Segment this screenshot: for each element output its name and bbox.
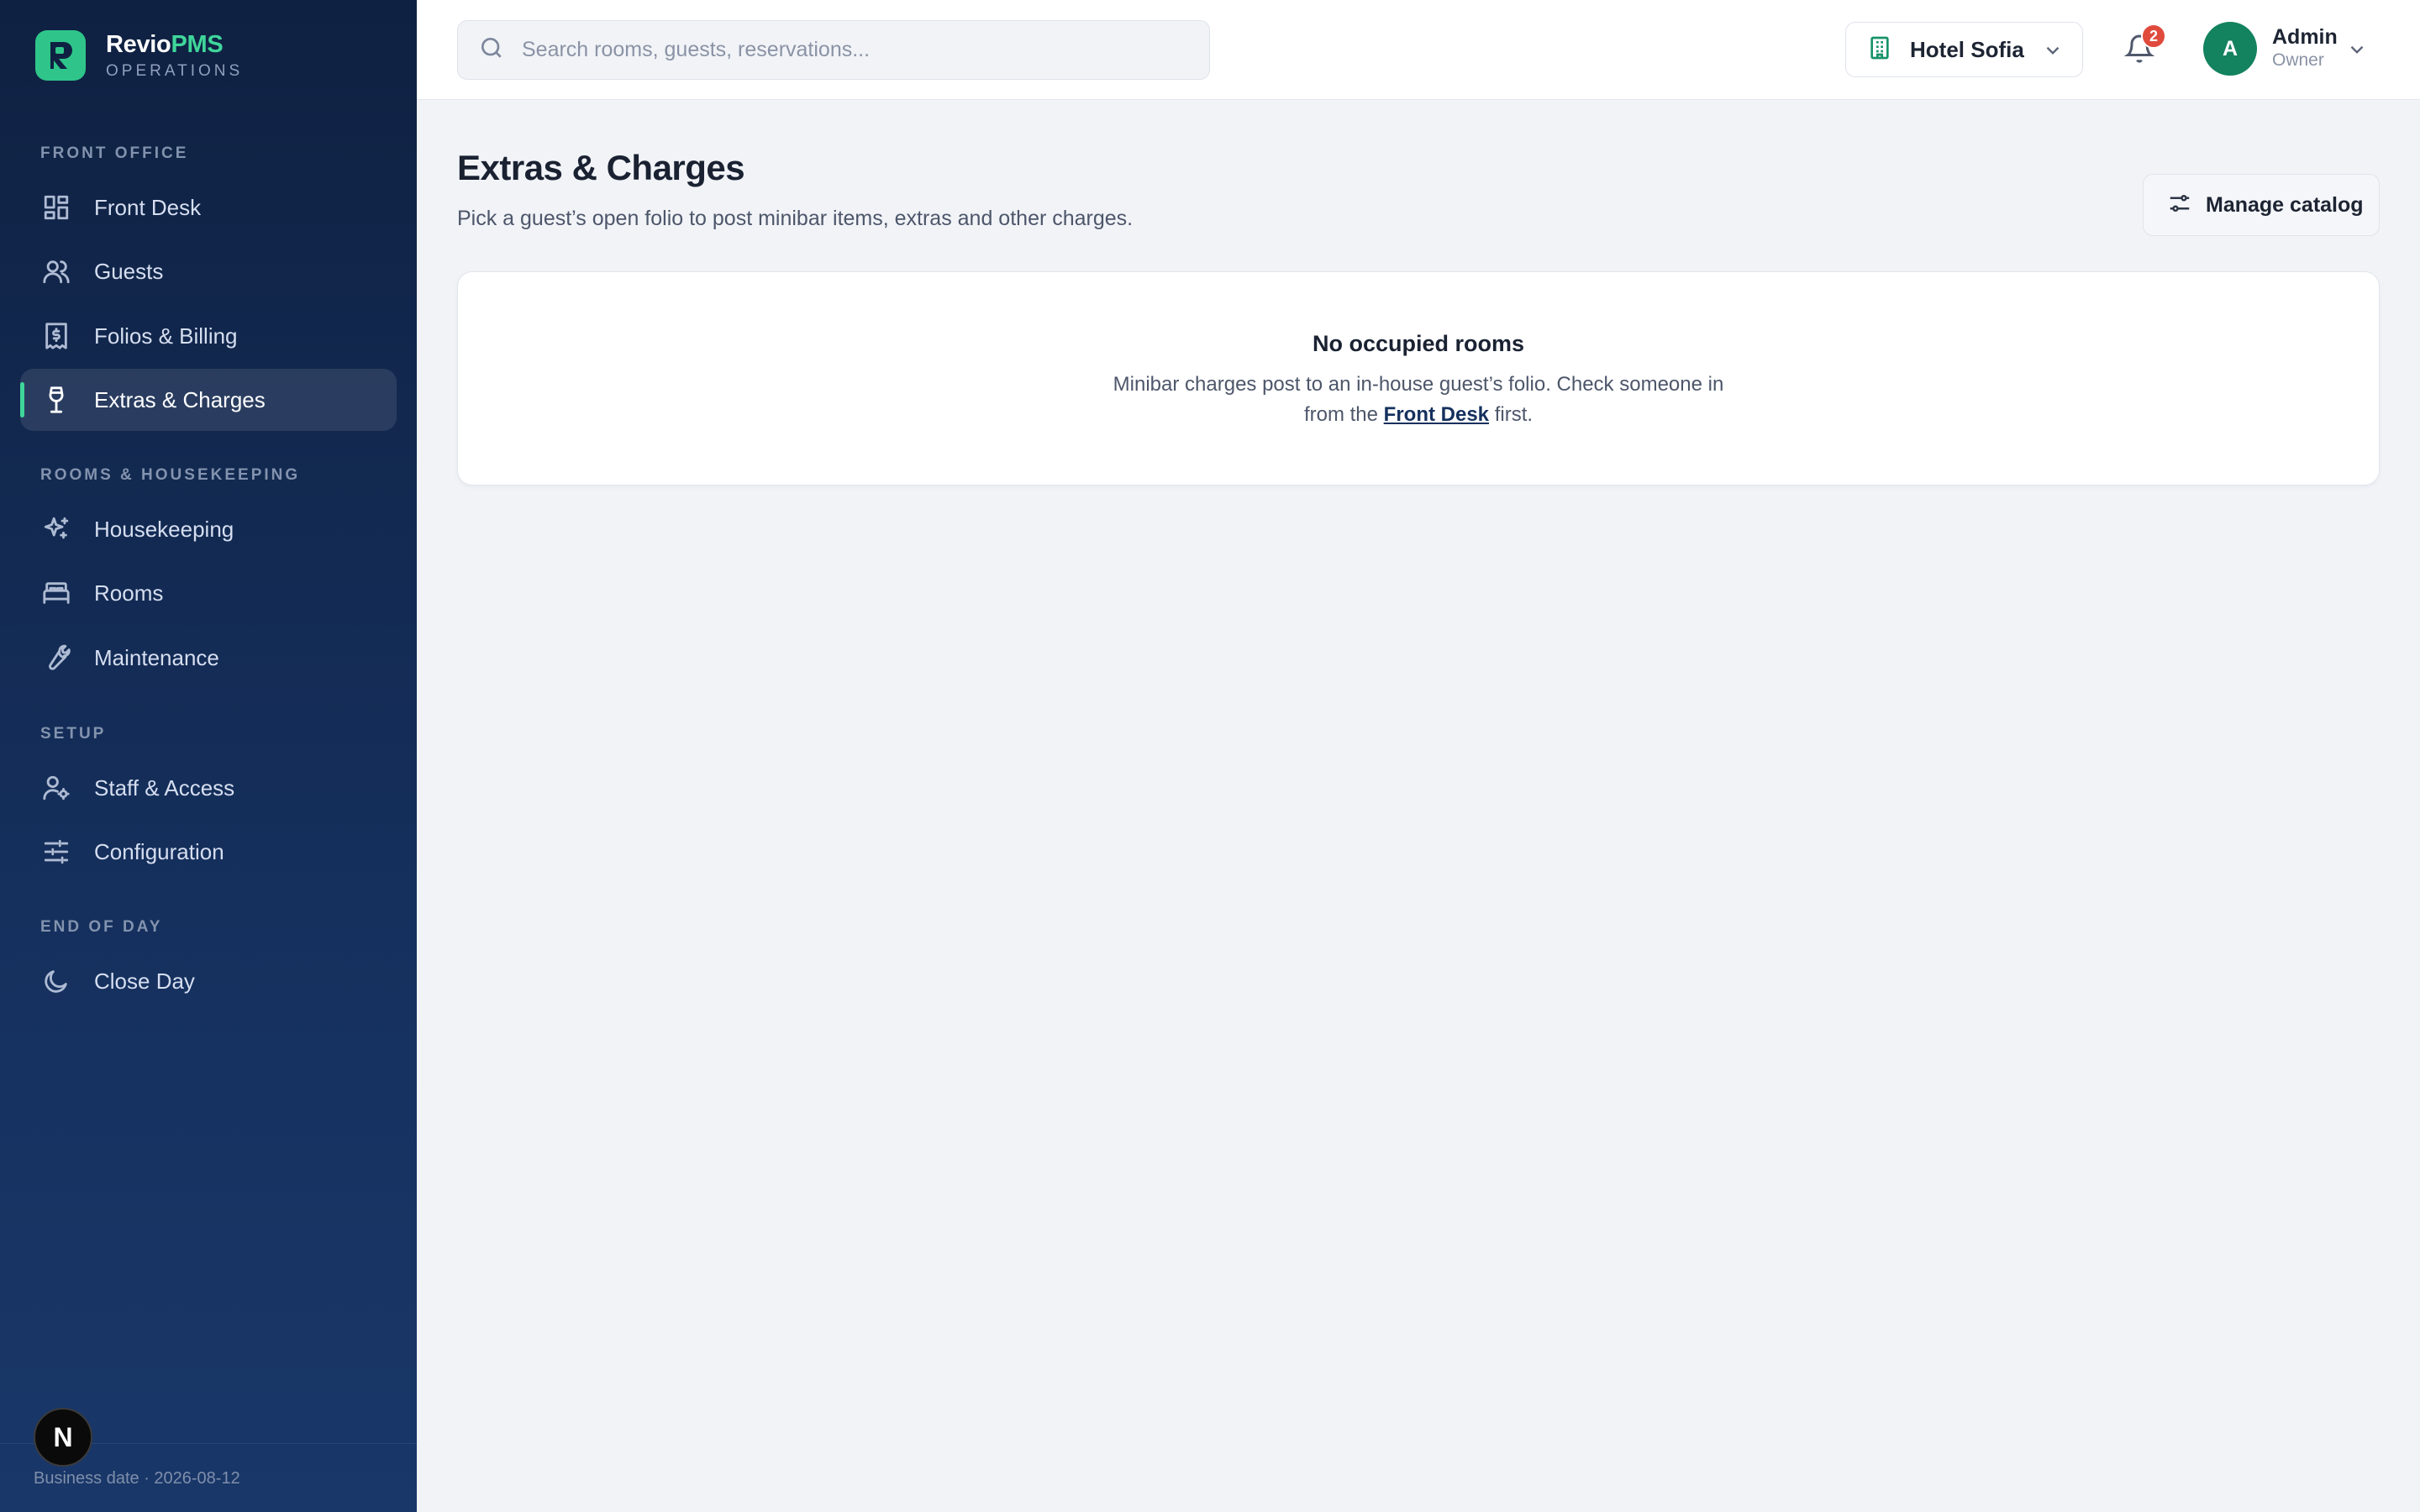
hotel-name: Hotel Sofia bbox=[1910, 36, 2024, 62]
search-box[interactable] bbox=[457, 20, 1210, 80]
search-input[interactable] bbox=[522, 38, 1177, 62]
settings-sliders-icon bbox=[2167, 191, 2192, 220]
empty-state-title: No occupied rooms bbox=[1312, 331, 1525, 356]
user-role: Owner bbox=[2272, 50, 2324, 70]
dev-tools-badge[interactable]: N bbox=[34, 1408, 92, 1467]
brand-name: RevioPMS bbox=[106, 30, 224, 58]
sidebar-item-label: Housekeeping bbox=[94, 516, 234, 542]
manage-catalog-button[interactable]: Manage catalog bbox=[2143, 174, 2380, 236]
wine-glass-icon bbox=[40, 384, 72, 416]
nav-section-rooms-housekeeping: ROOMS & HOUSEKEEPING bbox=[40, 466, 301, 484]
receipt-icon bbox=[40, 320, 72, 352]
sidebar-item-folios-billing[interactable]: Folios & Billing bbox=[20, 305, 397, 367]
wrench-icon bbox=[40, 642, 72, 674]
bell-icon bbox=[2123, 34, 2155, 67]
building-icon bbox=[1866, 34, 1893, 66]
users-icon bbox=[40, 255, 72, 287]
sidebar-item-label: Folios & Billing bbox=[94, 323, 238, 349]
notification-count-badge: 2 bbox=[2141, 24, 2166, 49]
sidebar-item-housekeeping[interactable]: Housekeeping bbox=[20, 498, 397, 560]
sidebar-item-label: Configuration bbox=[94, 838, 224, 864]
brand[interactable]: RevioPMS OPERATIONS bbox=[35, 30, 243, 81]
grid-icon bbox=[40, 192, 72, 223]
sparkles-icon bbox=[40, 513, 72, 545]
sidebar-item-label: Close Day bbox=[94, 968, 195, 994]
hotel-selector[interactable]: Hotel Sofia bbox=[1845, 22, 2083, 77]
empty-state-text: Minibar charges post to an in-house gues… bbox=[458, 370, 2379, 430]
avatar[interactable]: A bbox=[2203, 22, 2257, 76]
moon-icon bbox=[40, 965, 72, 997]
sidebar-item-maintenance[interactable]: Maintenance bbox=[20, 627, 397, 689]
sidebar-item-rooms[interactable]: Rooms bbox=[20, 562, 397, 624]
user-name[interactable]: Admin bbox=[2272, 25, 2338, 50]
user-cog-icon bbox=[40, 772, 72, 804]
sidebar-item-front-desk[interactable]: Front Desk bbox=[20, 176, 397, 239]
page-subtitle: Pick a guest’s open folio to post miniba… bbox=[457, 207, 1134, 230]
bed-icon bbox=[40, 577, 72, 609]
sidebar-item-guests[interactable]: Guests bbox=[20, 240, 397, 302]
sidebar-item-label: Front Desk bbox=[94, 194, 202, 220]
topbar: Hotel Sofia 2 A Admin Owner bbox=[417, 0, 2420, 100]
page-title: Extras & Charges bbox=[457, 148, 745, 187]
sidebar-item-label: Rooms bbox=[94, 580, 164, 606]
empty-state-line-2: from the Front Desk first. bbox=[1303, 403, 1534, 426]
manage-catalog-label: Manage catalog bbox=[2206, 192, 2364, 217]
sidebar-item-label: Guests bbox=[94, 258, 164, 284]
empty-state-card: No occupied rooms Minibar charges post t… bbox=[457, 271, 2380, 486]
sidebar-item-extras-charges[interactable]: Extras & Charges bbox=[20, 369, 397, 431]
business-date: Business date · 2026-08-12 bbox=[34, 1469, 240, 1488]
sidebar-item-configuration[interactable]: Configuration bbox=[20, 821, 397, 883]
nav-section-end-of-day: END OF DAY bbox=[40, 918, 163, 936]
sidebar-item-label: Extras & Charges bbox=[94, 386, 266, 412]
empty-state-line-1: Minibar charges post to an in-house gues… bbox=[1113, 373, 1724, 396]
sidebar-item-label: Staff & Access bbox=[94, 774, 235, 801]
brand-subtitle: OPERATIONS bbox=[106, 61, 244, 80]
front-desk-link[interactable]: Front Desk bbox=[1384, 403, 1489, 426]
nav-section-setup: SETUP bbox=[40, 725, 107, 743]
sliders-icon bbox=[40, 836, 72, 868]
sidebar-item-close-day[interactable]: Close Day bbox=[20, 950, 397, 1012]
nav-section-front-office: FRONT OFFICE bbox=[40, 144, 189, 162]
chevron-down-icon bbox=[2042, 39, 2064, 66]
user-menu-chevron-icon[interactable] bbox=[2346, 39, 2368, 65]
sidebar-item-staff-access[interactable]: Staff & Access bbox=[20, 757, 397, 819]
brand-logo-icon bbox=[35, 30, 86, 81]
search-icon bbox=[478, 34, 505, 66]
sidebar: RevioPMS OPERATIONS FRONT OFFICE Front D… bbox=[0, 0, 417, 1512]
sidebar-item-label: Maintenance bbox=[94, 644, 219, 670]
